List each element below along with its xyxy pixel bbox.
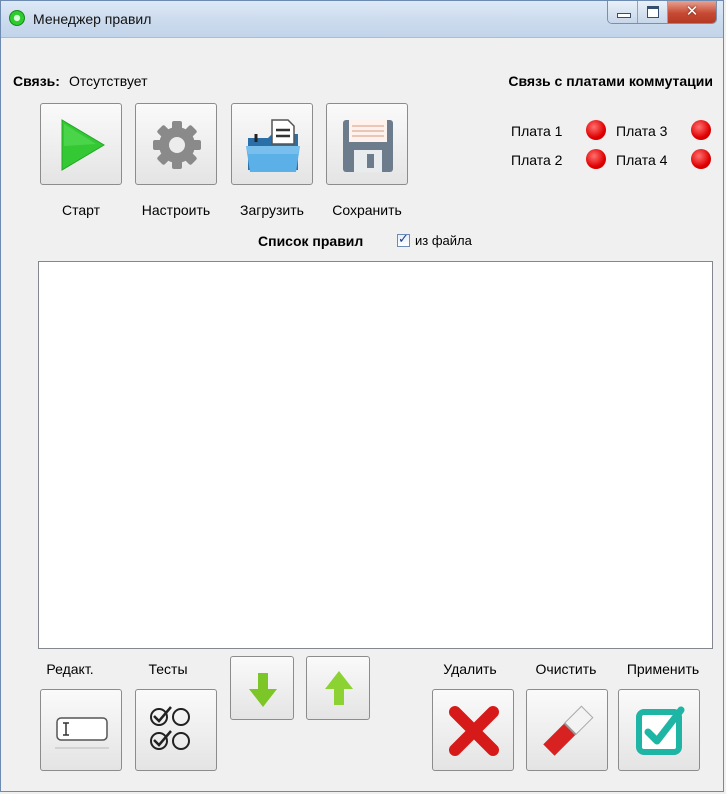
minimize-icon: [617, 13, 631, 18]
move-up-button[interactable]: [306, 656, 370, 720]
folder-open-icon: [246, 119, 300, 172]
checkbox-icon: [636, 706, 685, 755]
start-label: Старт: [61, 202, 101, 218]
minimize-button[interactable]: [608, 1, 638, 23]
apply-button[interactable]: [618, 689, 700, 771]
from-file-checkbox[interactable]: ✓: [397, 232, 410, 247]
board-2-status-indicator: [586, 149, 606, 169]
delete-button[interactable]: [432, 689, 514, 771]
load-label: Загрузить: [240, 202, 304, 218]
board-4-label: Плата 4: [616, 152, 668, 168]
configure-label: Настроить: [141, 202, 211, 218]
apply-label: Применить: [626, 661, 700, 677]
clear-button[interactable]: [526, 689, 608, 771]
move-down-button[interactable]: [230, 656, 294, 720]
board-3-label: Плата 3: [616, 123, 668, 139]
maximize-button[interactable]: [638, 1, 668, 23]
tests-label: Тесты: [148, 661, 188, 677]
maximize-icon: [647, 6, 659, 18]
board-4-status-indicator: [691, 149, 711, 169]
board-1-status-indicator: [586, 120, 606, 140]
connection-label: Связь:: [13, 73, 60, 89]
red-x-icon: [449, 706, 499, 756]
tests-button[interactable]: [135, 689, 217, 771]
rules-list[interactable]: [38, 261, 713, 649]
checklist-icon: [150, 706, 190, 750]
gear-icon: [153, 121, 201, 169]
clear-label: Очистить: [535, 661, 597, 677]
boards-header: Связь с платами коммутации: [508, 73, 713, 89]
connection-value: Отсутствует: [69, 73, 148, 89]
edit-button[interactable]: [40, 689, 122, 771]
board-2-label: Плата 2: [511, 152, 563, 168]
arrow-up-icon: [325, 671, 353, 705]
save-label: Сохранить: [332, 202, 402, 218]
title-bar[interactable]: Менеджер правил ✕: [1, 1, 723, 38]
start-button[interactable]: [40, 103, 122, 185]
save-button[interactable]: [326, 103, 408, 185]
checkmark-icon: ✓: [398, 232, 409, 247]
close-icon: ✕: [685, 2, 699, 20]
board-1-label: Плата 1: [511, 123, 563, 139]
edit-label: Редакт.: [46, 661, 94, 677]
delete-label: Удалить: [443, 661, 497, 677]
app-icon: [9, 10, 25, 26]
board-3-status-indicator: [691, 120, 711, 140]
text-field-icon: [55, 717, 109, 749]
from-file-label: из файла: [415, 233, 472, 248]
eraser-icon: [543, 705, 594, 756]
rules-list-title: Список правил: [258, 233, 364, 249]
load-button[interactable]: [231, 103, 313, 185]
rule-manager-window: Менеджер правил ✕ Связь: Отсутствует Свя…: [0, 0, 724, 792]
window-title: Менеджер правил: [33, 11, 152, 27]
window-controls: ✕: [607, 1, 717, 24]
play-icon: [61, 119, 105, 171]
floppy-disk-icon: [343, 120, 393, 172]
close-button[interactable]: ✕: [668, 1, 716, 23]
arrow-down-icon: [249, 673, 277, 707]
configure-button[interactable]: [135, 103, 217, 185]
